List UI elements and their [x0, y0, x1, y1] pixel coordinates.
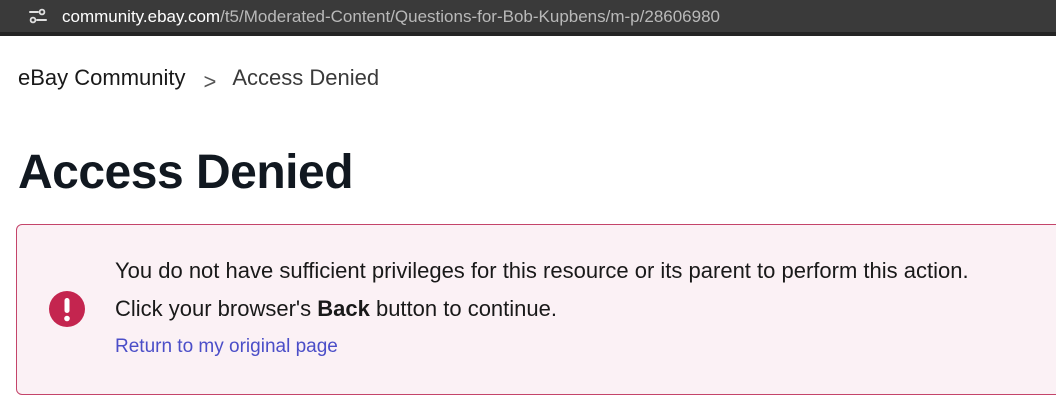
alert-message: You do not have sufficient privileges fo…: [115, 258, 969, 283]
url-text[interactable]: community.ebay.com/t5/Moderated-Content/…: [62, 6, 720, 28]
url-path: /t5/Moderated-Content/Questions-for-Bob-…: [220, 7, 720, 26]
instruction-suffix: button to continue.: [369, 296, 557, 321]
breadcrumb-separator: >: [203, 69, 217, 94]
alert-instruction: Click your browser's Back button to cont…: [115, 295, 557, 323]
breadcrumb: eBay Community > Access Denied: [18, 64, 380, 94]
breadcrumb-current: Access Denied: [232, 65, 380, 90]
breadcrumb-home-link[interactable]: eBay Community: [18, 65, 186, 90]
url-host: community.ebay.com: [62, 7, 221, 26]
exclamation-icon: [49, 291, 85, 327]
browser-address-bar[interactable]: community.ebay.com/t5/Moderated-Content/…: [0, 0, 1056, 36]
return-original-page-link[interactable]: Return to my original page: [115, 335, 338, 359]
access-denied-alert: You do not have sufficient privileges fo…: [16, 224, 1056, 395]
page-title: Access Denied: [18, 146, 354, 199]
instruction-back-word: Back: [317, 296, 370, 321]
instruction-prefix: Click your browser's: [115, 296, 318, 321]
tune-icon[interactable]: [26, 6, 50, 26]
